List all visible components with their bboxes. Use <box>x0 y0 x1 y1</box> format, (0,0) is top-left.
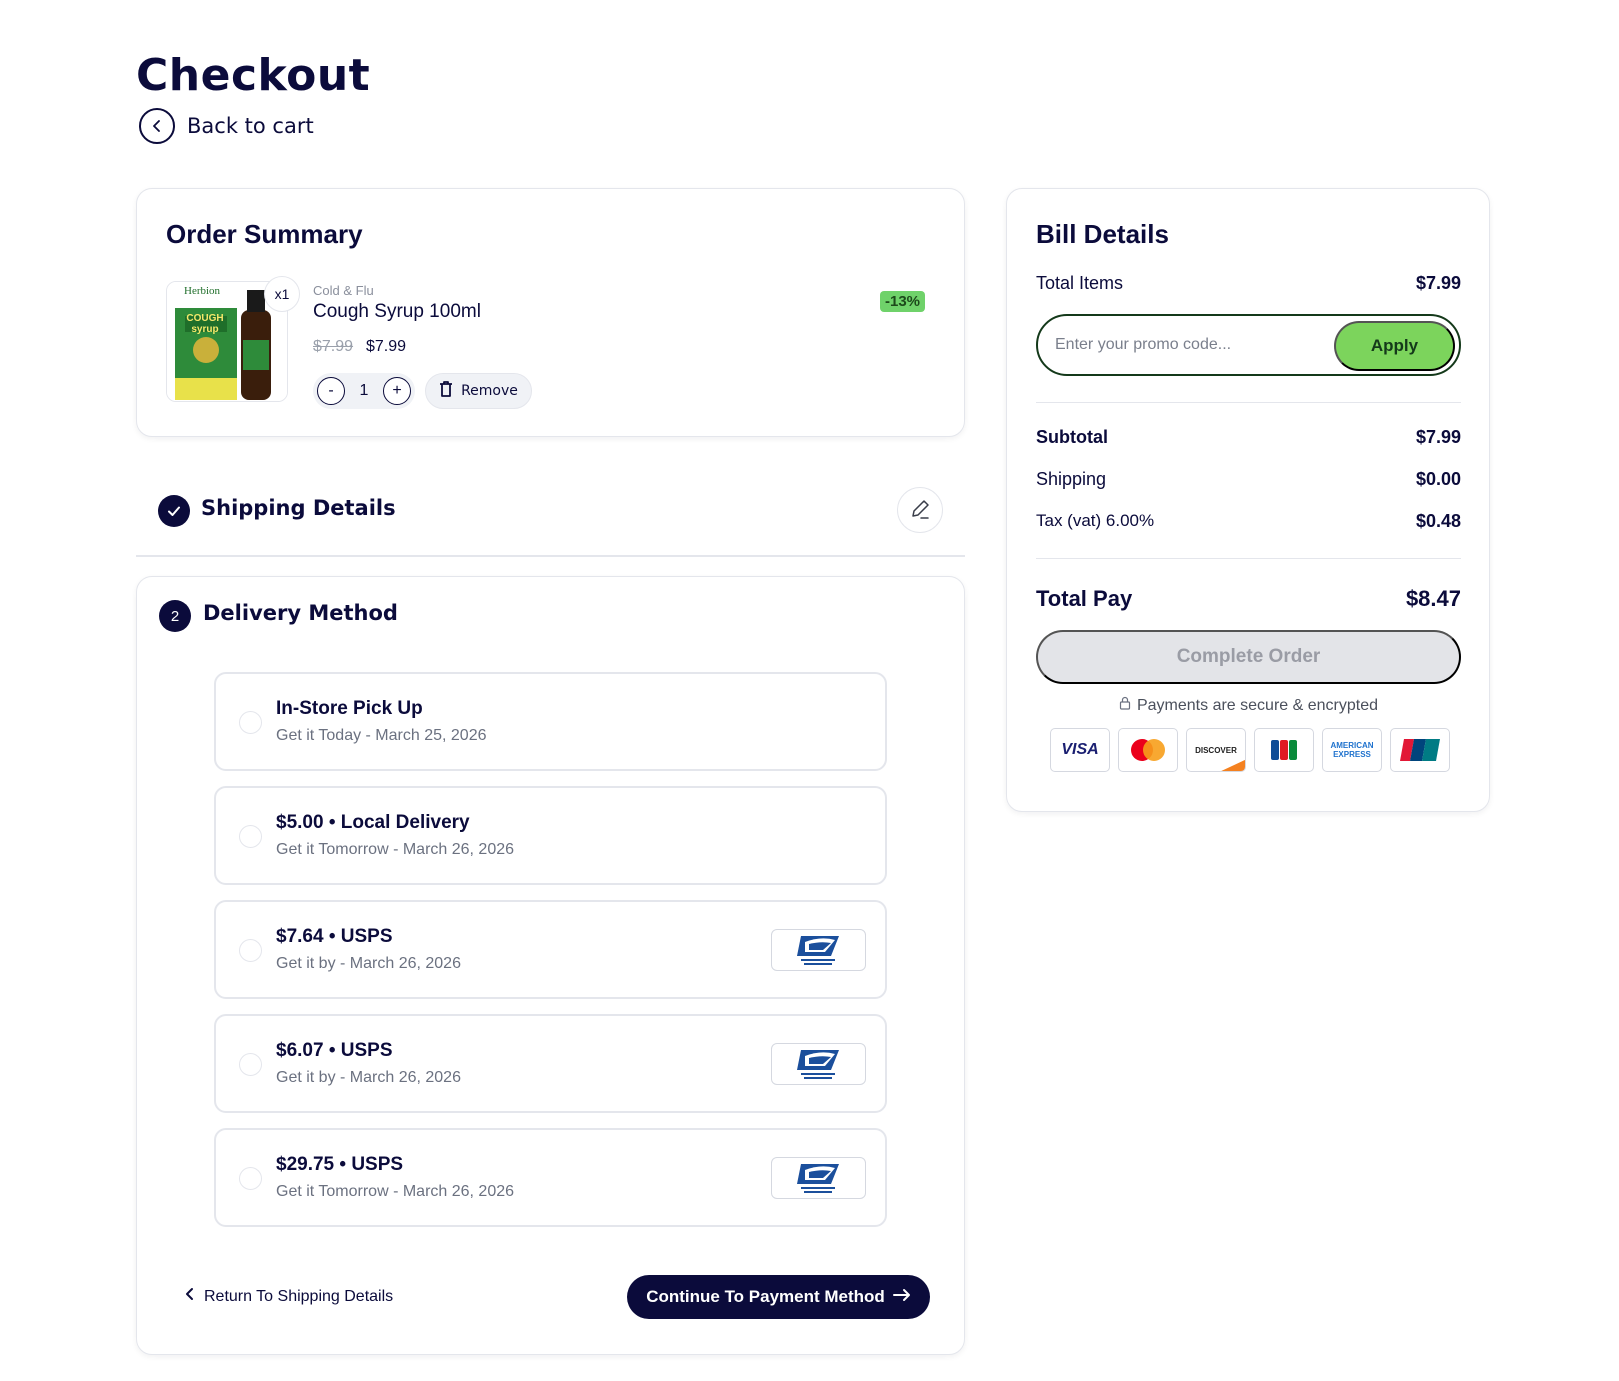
radio-button[interactable] <box>239 1167 262 1190</box>
radio-button[interactable] <box>239 1053 262 1076</box>
arrow-right-icon <box>892 1287 911 1307</box>
product-old-price: $7.99 <box>313 338 354 355</box>
usps-logo-icon <box>771 929 866 971</box>
option-title: $6.07 • USPS <box>276 1040 393 1061</box>
quantity-value: 1 <box>359 382 369 399</box>
chevron-left-icon <box>185 1287 195 1306</box>
continue-label: Continue To Payment Method <box>646 1287 885 1306</box>
total-pay-label: Total Pay <box>1036 586 1133 611</box>
option-title: $5.00 • Local Delivery <box>276 812 470 833</box>
back-to-cart-label: Back to cart <box>187 114 314 138</box>
continue-to-payment-button[interactable]: Continue To Payment Method <box>627 1275 930 1319</box>
shipping-row: Shipping $0.00 <box>1036 469 1461 490</box>
remove-item-button[interactable]: Remove <box>425 373 532 409</box>
jcb-card-icon <box>1254 728 1314 772</box>
payment-cards-row: VISA DISCOVER AMERICAN EXPRESS <box>1050 728 1450 772</box>
lock-icon <box>1119 696 1131 715</box>
total-items-label: Total Items <box>1036 273 1124 293</box>
tax-label: Tax (vat) 6.00% <box>1036 511 1155 530</box>
check-icon <box>158 495 190 527</box>
return-to-shipping-link[interactable]: Return To Shipping Details <box>185 1287 393 1306</box>
radio-button[interactable] <box>239 825 262 848</box>
option-title: $29.75 • USPS <box>276 1154 404 1175</box>
option-title: In-Store Pick Up <box>276 698 423 719</box>
product-name: Cough Syrup 100ml <box>313 301 481 322</box>
product-category: Cold & Flu <box>313 283 374 298</box>
bill-details-title: Bill Details <box>1036 219 1169 249</box>
unionpay-card-icon <box>1390 728 1450 772</box>
radio-button[interactable] <box>239 711 262 734</box>
visa-card-icon: VISA <box>1050 728 1110 772</box>
back-to-cart-link[interactable]: Back to cart <box>139 108 314 144</box>
option-subtitle: Get it Today - March 25, 2026 <box>276 727 487 744</box>
increase-quantity-button[interactable]: + <box>383 377 411 405</box>
delivery-option-usps-2[interactable]: $6.07 • USPS Get it by - March 26, 2026 <box>214 1014 887 1113</box>
step-number-badge: 2 <box>159 600 191 632</box>
order-summary-title: Order Summary <box>166 219 363 249</box>
subtotal-label: Subtotal <box>1036 427 1108 447</box>
option-subtitle: Get it Tomorrow - March 26, 2026 <box>276 841 515 858</box>
visa-text: VISA <box>1061 741 1099 758</box>
promo-code-box: Apply <box>1036 314 1461 376</box>
delivery-option-usps-1[interactable]: $7.64 • USPS Get it by - March 26, 2026 <box>214 900 887 999</box>
option-subtitle: Get it Tomorrow - March 26, 2026 <box>276 1183 515 1200</box>
shipping-value: $0.00 <box>1415 469 1461 489</box>
shipping-details-section: Shipping Details <box>136 462 965 557</box>
page-title: Checkout <box>136 50 371 101</box>
total-pay-value: $8.47 <box>1405 586 1461 611</box>
option-subtitle: Get it by - March 26, 2026 <box>276 1069 461 1086</box>
delivery-method-card: 2 Delivery Method In-Store Pick Up Get i… <box>136 576 965 1355</box>
quantity-stepper: - 1 + <box>313 373 415 409</box>
radio-button[interactable] <box>239 939 262 962</box>
subtotal-row: Subtotal $7.99 <box>1036 427 1461 448</box>
quantity-badge: x1 <box>264 276 300 312</box>
shipping-label: Shipping <box>1036 469 1107 489</box>
option-subtitle: Get it by - March 26, 2026 <box>276 955 461 972</box>
subtotal-value: $7.99 <box>1415 427 1461 447</box>
promo-code-input[interactable] <box>1055 332 1325 358</box>
bill-details-card: Bill Details Total Items $7.99 Apply Sub… <box>1006 188 1490 812</box>
decrease-quantity-button[interactable]: - <box>317 377 345 405</box>
total-pay-row: Total Pay $8.47 <box>1036 586 1461 612</box>
secure-note-text: Payments are secure & encrypted <box>1136 696 1378 714</box>
trash-icon <box>439 381 453 401</box>
complete-order-button[interactable]: Complete Order <box>1036 630 1461 684</box>
delivery-method-title: Delivery Method <box>203 601 398 625</box>
product-price: $7.99 <box>366 338 407 355</box>
edit-shipping-button[interactable] <box>897 487 943 533</box>
divider <box>1036 402 1461 403</box>
chevron-left-icon <box>139 108 175 144</box>
usps-logo-icon <box>771 1043 866 1085</box>
order-summary-card: Order Summary Herbion COUGH syrup x1 Col… <box>136 188 965 437</box>
mastercard-card-icon <box>1118 728 1178 772</box>
return-to-shipping-label: Return To Shipping Details <box>204 1287 394 1305</box>
amex-text: AMERICAN EXPRESS <box>1330 741 1374 759</box>
discover-card-icon: DISCOVER <box>1186 728 1246 772</box>
divider <box>1036 558 1461 559</box>
apply-promo-button[interactable]: Apply <box>1334 321 1455 371</box>
tax-value: $0.48 <box>1415 511 1461 531</box>
discount-badge: -13% <box>880 291 926 312</box>
usps-logo-icon <box>771 1157 866 1199</box>
tax-row: Tax (vat) 6.00% $0.48 <box>1036 511 1461 532</box>
product-image-brand: Herbion <box>184 285 221 297</box>
product-image-text: COUGH syrup <box>186 313 224 335</box>
total-items-value: $7.99 <box>1415 273 1461 293</box>
delivery-option-local[interactable]: $5.00 • Local Delivery Get it Tomorrow -… <box>214 786 887 885</box>
pencil-icon <box>909 498 931 523</box>
delivery-option-in-store[interactable]: In-Store Pick Up Get it Today - March 25… <box>214 672 887 771</box>
amex-card-icon: AMERICAN EXPRESS <box>1322 728 1382 772</box>
shipping-details-title: Shipping Details <box>201 496 396 520</box>
delivery-option-usps-3[interactable]: $29.75 • USPS Get it Tomorrow - March 26… <box>214 1128 887 1227</box>
total-items-row: Total Items $7.99 <box>1036 273 1461 294</box>
secure-payment-note: Payments are secure & encrypted <box>1036 696 1461 715</box>
remove-label: Remove <box>461 383 518 399</box>
option-title: $7.64 • USPS <box>276 926 393 947</box>
discover-text: DISCOVER <box>1195 745 1237 755</box>
